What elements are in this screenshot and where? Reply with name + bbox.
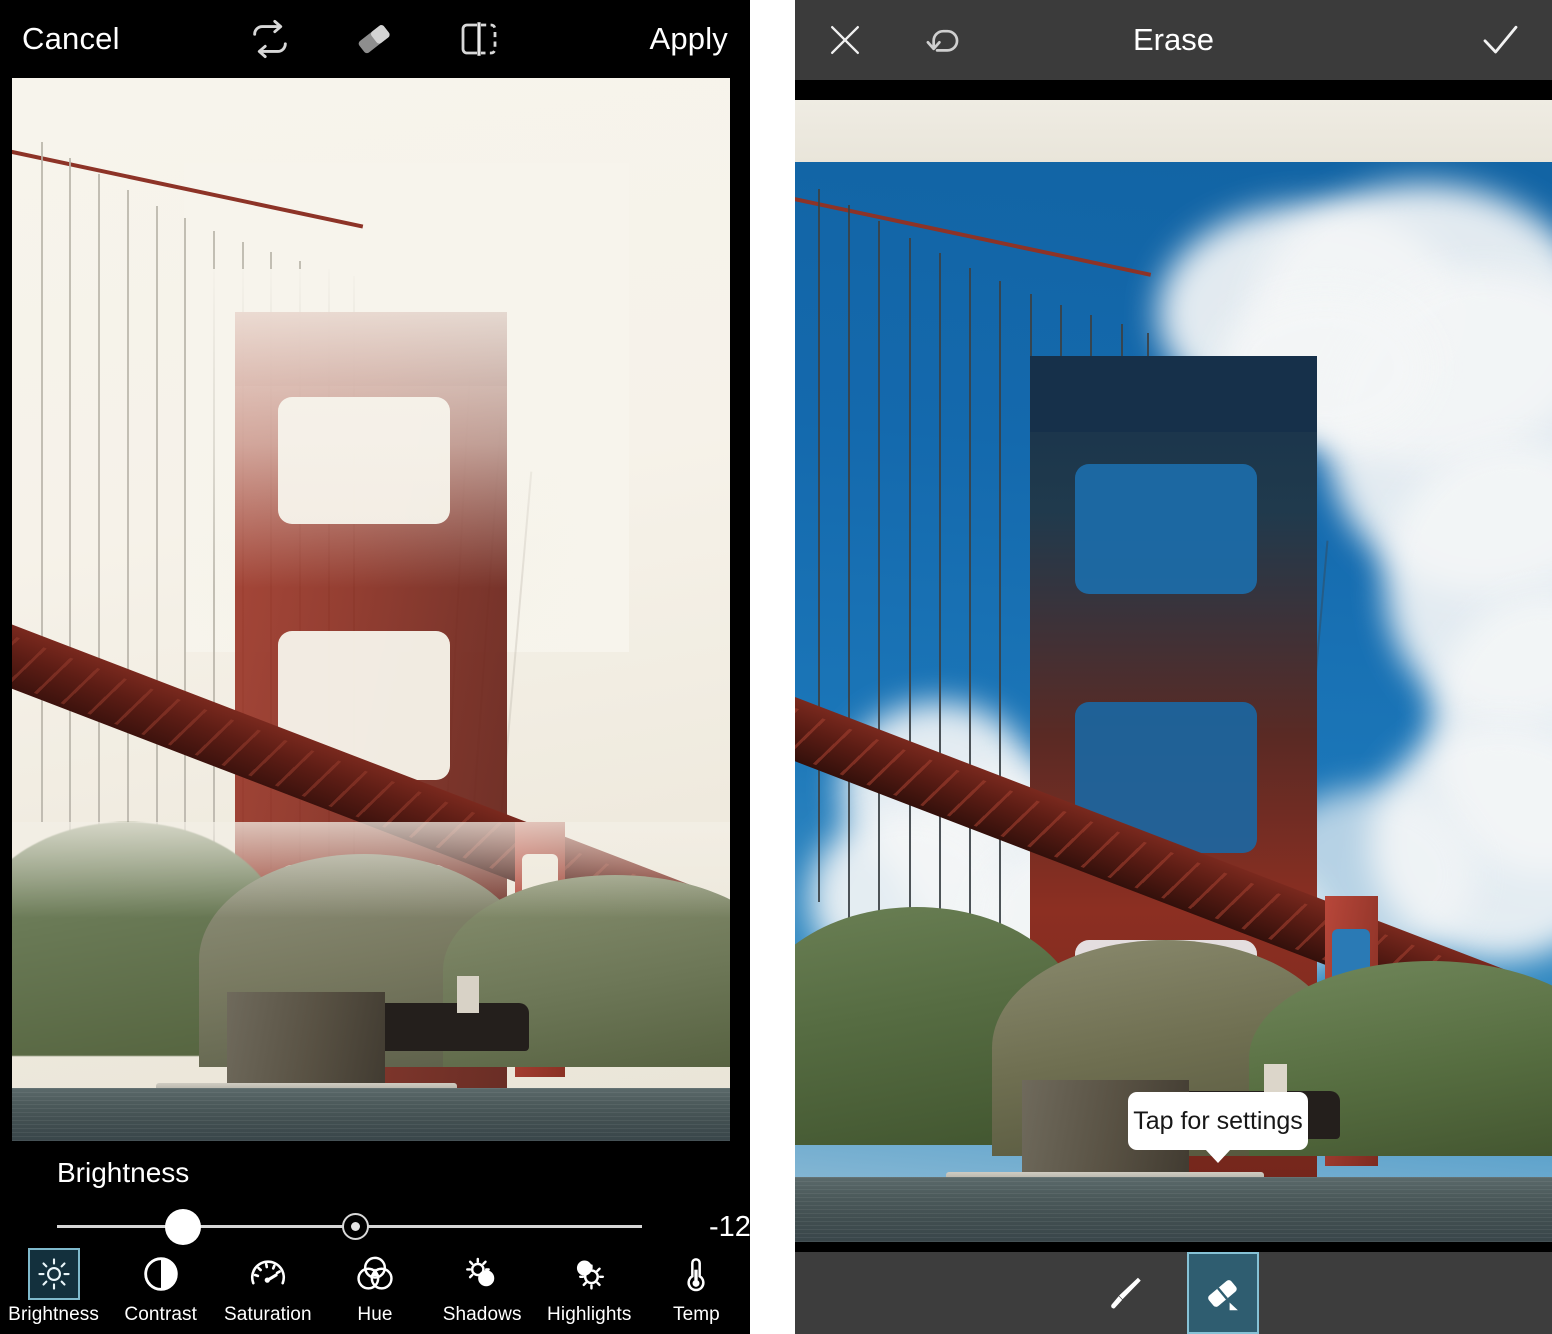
right-topbar: Erase — [795, 0, 1552, 80]
tool-label: Shadows — [442, 1304, 522, 1325]
contrast-half-circle-icon — [135, 1248, 187, 1300]
tool-label: Brightness — [8, 1304, 99, 1325]
tool-saturation[interactable]: Saturation — [214, 1246, 321, 1326]
tool-label: Temp — [672, 1304, 720, 1325]
temperature-thermometer-icon — [670, 1248, 722, 1300]
left-topbar: Cancel Apply — [0, 0, 750, 78]
tool-label: Hue — [357, 1304, 393, 1325]
settings-tooltip[interactable]: Tap for settings — [1128, 1092, 1308, 1163]
tool-shadows[interactable]: Shadows — [429, 1246, 536, 1326]
slider-knob[interactable] — [165, 1209, 201, 1245]
eraser-icon[interactable] — [349, 14, 399, 64]
highlights-sun-dot-icon — [563, 1248, 615, 1300]
erase-tool-bar — [795, 1252, 1552, 1334]
slider-label: Brightness — [57, 1157, 190, 1188]
tool-brightness[interactable]: Brightness — [0, 1246, 107, 1326]
tool-contrast[interactable]: Contrast — [107, 1246, 214, 1326]
eraser-tool-button[interactable] — [1186, 1252, 1259, 1334]
tool-label: Highlights — [547, 1304, 632, 1325]
brush-tool-button[interactable] — [1089, 1252, 1161, 1334]
page-title: Erase — [1133, 22, 1214, 57]
repeat-icon[interactable] — [247, 16, 293, 62]
saturation-gauge-icon — [242, 1248, 294, 1300]
screenshot-root: Cancel Apply Brightness -12 Brightness C… — [0, 0, 1552, 1334]
brush-icon — [1104, 1272, 1146, 1314]
apply-button[interactable]: Apply — [649, 21, 728, 57]
unerased-band — [795, 100, 1552, 162]
right-phone-panel: Erase Tap for settings — [795, 0, 1552, 1334]
tool-label: Contrast — [124, 1304, 198, 1325]
tooltip-text: Tap for settings — [1133, 1106, 1303, 1135]
brightness-slider[interactable]: -122 — [57, 1207, 750, 1247]
tool-hue[interactable]: Hue — [321, 1246, 428, 1326]
tool-temp[interactable]: Temp — [643, 1246, 750, 1326]
hue-venn-circles-icon — [349, 1248, 401, 1300]
split-compare-icon[interactable] — [455, 15, 503, 63]
tool-highlights[interactable]: Highlights — [536, 1246, 643, 1326]
edited-photo-preview[interactable] — [12, 78, 730, 1141]
slider-center-marker — [342, 1213, 369, 1240]
left-phone-panel: Cancel Apply Brightness -12 Brightness C… — [0, 0, 750, 1334]
cancel-button[interactable]: Cancel — [22, 21, 120, 57]
shadows-sun-dot-icon — [456, 1248, 508, 1300]
tool-label: Saturation — [224, 1304, 312, 1325]
check-icon[interactable] — [1476, 16, 1524, 64]
brightness-sun-icon — [27, 1248, 80, 1300]
erase-photo-canvas[interactable] — [795, 100, 1552, 1242]
slider-value: -122 — [708, 1211, 750, 1243]
adjustment-tool-strip: Brightness Contrast Saturation Hue Shado… — [0, 1246, 750, 1334]
eraser-icon — [1201, 1271, 1245, 1315]
